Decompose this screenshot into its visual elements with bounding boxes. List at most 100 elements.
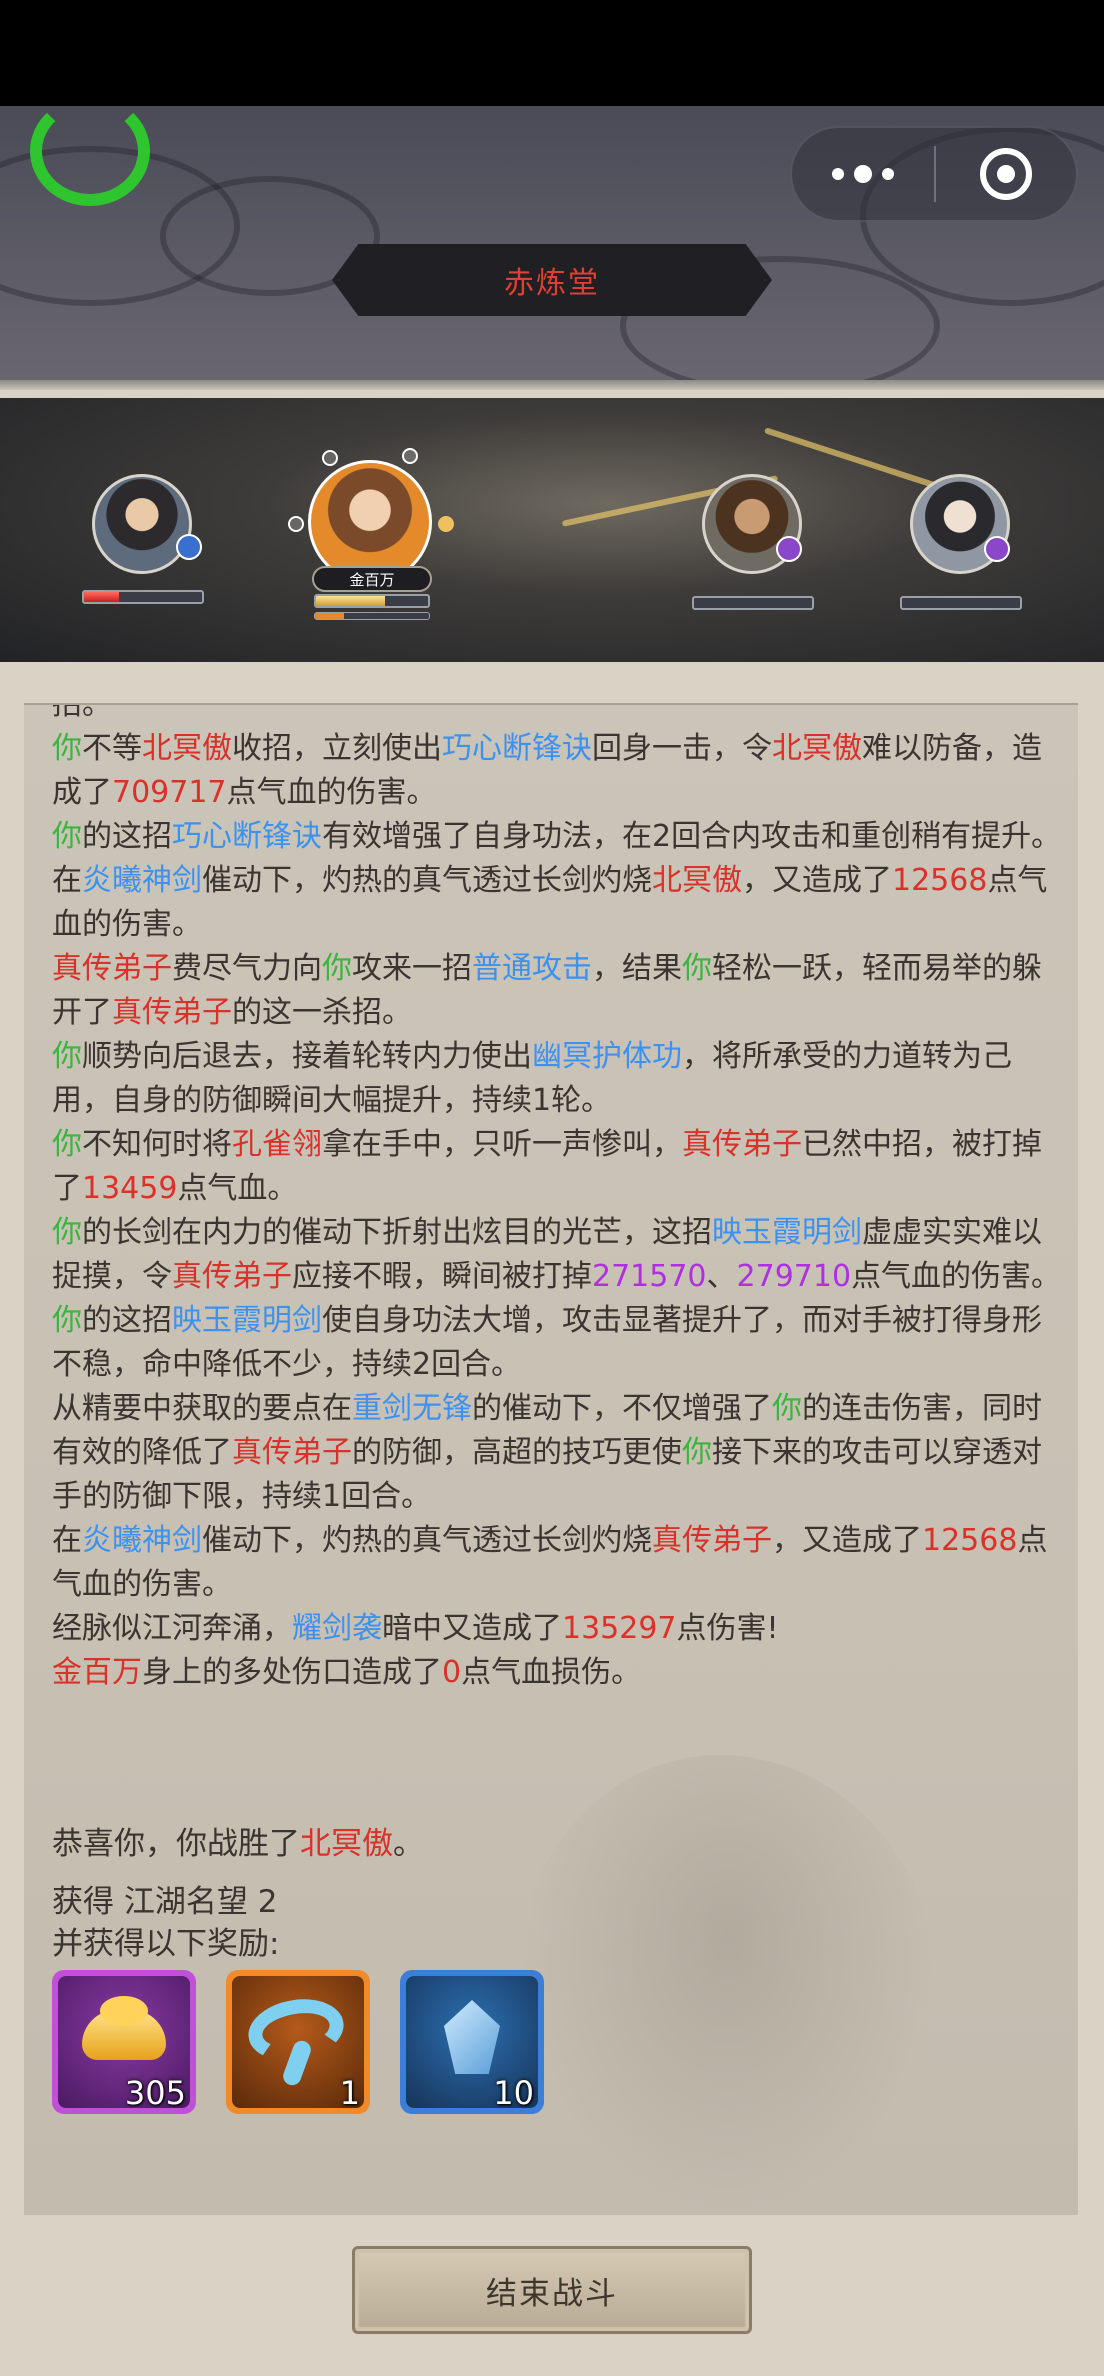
log-line: 你不知何时将孔雀翎拿在手中，只听一声惨叫，真传弟子已然中招，被打掉了13459点… xyxy=(52,1123,1062,1211)
log-highlight: 金百万 xyxy=(52,1655,142,1690)
title-plate: 赤炼堂 xyxy=(328,240,776,320)
reputation-gain: 获得 江湖名望 2 xyxy=(52,1884,278,1920)
log-highlight: 你 xyxy=(772,1391,802,1426)
victory-prefix: 恭喜你，你战胜了 xyxy=(52,1826,300,1862)
active-ally-name: 金百万 xyxy=(312,566,432,592)
opponent-2-hp-bar xyxy=(900,596,1022,610)
log-highlight: 炎曦神剑 xyxy=(82,863,202,898)
log-text-segment: 在 xyxy=(52,863,82,898)
player-hp-bar xyxy=(82,590,204,604)
log-highlight: 映玉霞明剑 xyxy=(172,1303,322,1338)
log-highlight: 你 xyxy=(52,1127,82,1162)
orb-icon xyxy=(402,448,418,464)
log-highlight: 你 xyxy=(52,1303,82,1338)
dot-icon xyxy=(854,165,872,183)
item-count: 10 xyxy=(493,2074,534,2112)
log-text-segment: 收招，立刻使出 xyxy=(232,731,442,766)
log-highlight: 你 xyxy=(52,1215,82,1250)
active-ally-hp-bar xyxy=(314,594,430,608)
log-highlight: 真传弟子 xyxy=(52,951,172,986)
log-highlight: 12568 xyxy=(892,863,988,898)
end-battle-button[interactable]: 结束战斗 xyxy=(352,2246,752,2334)
log-text-segment: 不知何时将 xyxy=(82,1127,232,1162)
log-text-segment: 拿在手中，只听一声惨叫， xyxy=(322,1127,682,1162)
log-highlight: 巧心断锋诀 xyxy=(172,819,322,854)
log-text-segment: 费尽气力向 xyxy=(172,951,322,986)
log-text-segment: 点气血损伤。 xyxy=(461,1655,642,1690)
log-line: 金百万身上的多处伤口造成了0点气血损伤。 xyxy=(52,1651,1062,1695)
orb-icon xyxy=(288,516,304,532)
page-title: 赤炼堂 xyxy=(504,266,600,301)
log-text-segment: 从精要中获取的要点在 xyxy=(52,1391,352,1426)
player-avatar[interactable] xyxy=(92,474,192,574)
reward-item-crystal[interactable]: 10 xyxy=(400,1970,544,2114)
log-highlight: 你 xyxy=(52,1039,82,1074)
reward-item-swirl[interactable]: 1 xyxy=(226,1970,370,2114)
rewards-intro: 并获得以下奖励: xyxy=(52,1926,280,1962)
log-highlight: 真传弟子 xyxy=(232,1435,352,1470)
log-highlight: 709717 xyxy=(112,775,227,810)
log-text-segment: 顺势向后退去，接着轮转内力使出 xyxy=(82,1039,532,1074)
log-line: 你的这招巧心断锋诀有效增强了自身功法，在2回合内攻击和重创稍有提升。 xyxy=(52,815,1062,859)
log-text-segment: 的长剑在内力的催动下折射出炫目的光芒，这招 xyxy=(82,1215,712,1250)
log-line: 真传弟子费尽气力向你攻来一招普通攻击，结果你轻松一跃，轻而易举的躲开了真传弟子的… xyxy=(52,947,1062,1035)
log-text-segment: 的防御，高超的技巧更使 xyxy=(352,1435,682,1470)
ink-warrior-background xyxy=(518,1755,938,2215)
log-line: 在炎曦神剑催动下，灼热的真气透过长剑灼烧北冥傲，又造成了12568点气血的伤害。 xyxy=(52,859,1062,947)
log-line: 从精要中获取的要点在重剑无锋的催动下，不仅增强了你的连击伤害，同时有效的降低了真… xyxy=(52,1387,1062,1519)
log-text-segment: 催动下，灼热的真气透过长剑灼烧 xyxy=(202,863,652,898)
log-text-segment: 点气血的伤害。 xyxy=(851,1259,1062,1294)
target-icon xyxy=(980,148,1032,200)
log-text-segment: 不等 xyxy=(82,731,142,766)
log-highlight: 279710 xyxy=(736,1259,852,1294)
victory-suffix: 。 xyxy=(393,1826,424,1862)
log-highlight: 你 xyxy=(52,819,82,854)
status-bar xyxy=(0,0,1104,106)
item-count: 1 xyxy=(339,2074,360,2112)
log-highlight: 耀剑袭 xyxy=(292,1611,382,1646)
log-text-segment: 在 xyxy=(52,1523,82,1558)
log-text-segment: 、 xyxy=(706,1259,737,1294)
log-highlight: 映玉霞明剑 xyxy=(712,1215,862,1250)
log-line: 在炎曦神剑催动下，灼热的真气透过长剑灼烧真传弟子，又造成了12568点气血的伤害… xyxy=(52,1519,1062,1607)
dot-icon xyxy=(832,168,844,180)
orb-icon xyxy=(322,450,338,466)
reward-item-gold[interactable]: 305 xyxy=(52,1970,196,2114)
element-badge-icon xyxy=(776,536,802,562)
log-highlight: 巧心断锋诀 xyxy=(442,731,592,766)
close-button[interactable] xyxy=(936,148,1076,200)
more-button[interactable] xyxy=(792,128,934,220)
log-line: 你不等北冥傲收招，立刻使出巧心断锋诀回身一击，令北冥傲难以防备，造成了70971… xyxy=(52,727,1062,815)
log-text-segment: 应接不暇，瞬间被打掉 xyxy=(292,1259,592,1294)
log-highlight: 孔雀翎 xyxy=(232,1127,322,1162)
log-text-segment: 的这招 xyxy=(82,819,172,854)
item-count: 305 xyxy=(124,2074,186,2112)
log-text-segment: 的催动下，不仅增强了 xyxy=(472,1391,772,1426)
log-highlight: 你 xyxy=(682,951,712,986)
opponent-1-hp-bar xyxy=(692,596,814,610)
log-highlight: 普通攻击 xyxy=(472,951,592,986)
element-badge-icon xyxy=(984,536,1010,562)
log-highlight: 135297 xyxy=(562,1611,677,1646)
log-highlight: 271570 xyxy=(592,1259,707,1294)
header-divider xyxy=(0,380,1104,390)
log-text-segment: 点气血的伤害。 xyxy=(226,775,437,810)
log-highlight: 真传弟子 xyxy=(172,1259,292,1294)
battle-log: 招。 你不等北冥傲收招，立刻使出巧心断锋诀回身一击，令北冥傲难以防备，造成了70… xyxy=(52,705,1062,1695)
log-text-segment: 点气血。 xyxy=(177,1171,298,1206)
log-text-segment: 的这一杀招。 xyxy=(232,995,412,1030)
battle-banner: VS xyxy=(0,398,1104,662)
log-text-segment: 有效增强了自身功法，在2回合内攻击和重创稍有提升。 xyxy=(322,819,1062,854)
log-highlight: 你 xyxy=(52,731,82,766)
log-text-segment: 攻来一招 xyxy=(352,951,472,986)
log-text-segment: ，又造成了 xyxy=(772,1523,922,1558)
active-ally-energy-bar xyxy=(314,612,430,620)
log-line: 你的这招映玉霞明剑使自身功法大增，攻击显著提升了，而对手被打得身形不稳，命中降低… xyxy=(52,1299,1062,1387)
log-text-segment: 点伤害! xyxy=(676,1611,779,1646)
log-line: 你的长剑在内力的催动下折射出炫目的光芒，这招映玉霞明剑虚虚实实难以捉摸，令真传弟… xyxy=(52,1211,1062,1299)
log-line: 经脉似江河奔涌，耀剑袭暗中又造成了135297点伤害! xyxy=(52,1607,1062,1651)
log-highlight: 北冥傲 xyxy=(772,731,862,766)
orb-icon xyxy=(438,516,454,532)
log-text-segment: 的这招 xyxy=(82,1303,172,1338)
log-highlight: 北冥傲 xyxy=(142,731,232,766)
